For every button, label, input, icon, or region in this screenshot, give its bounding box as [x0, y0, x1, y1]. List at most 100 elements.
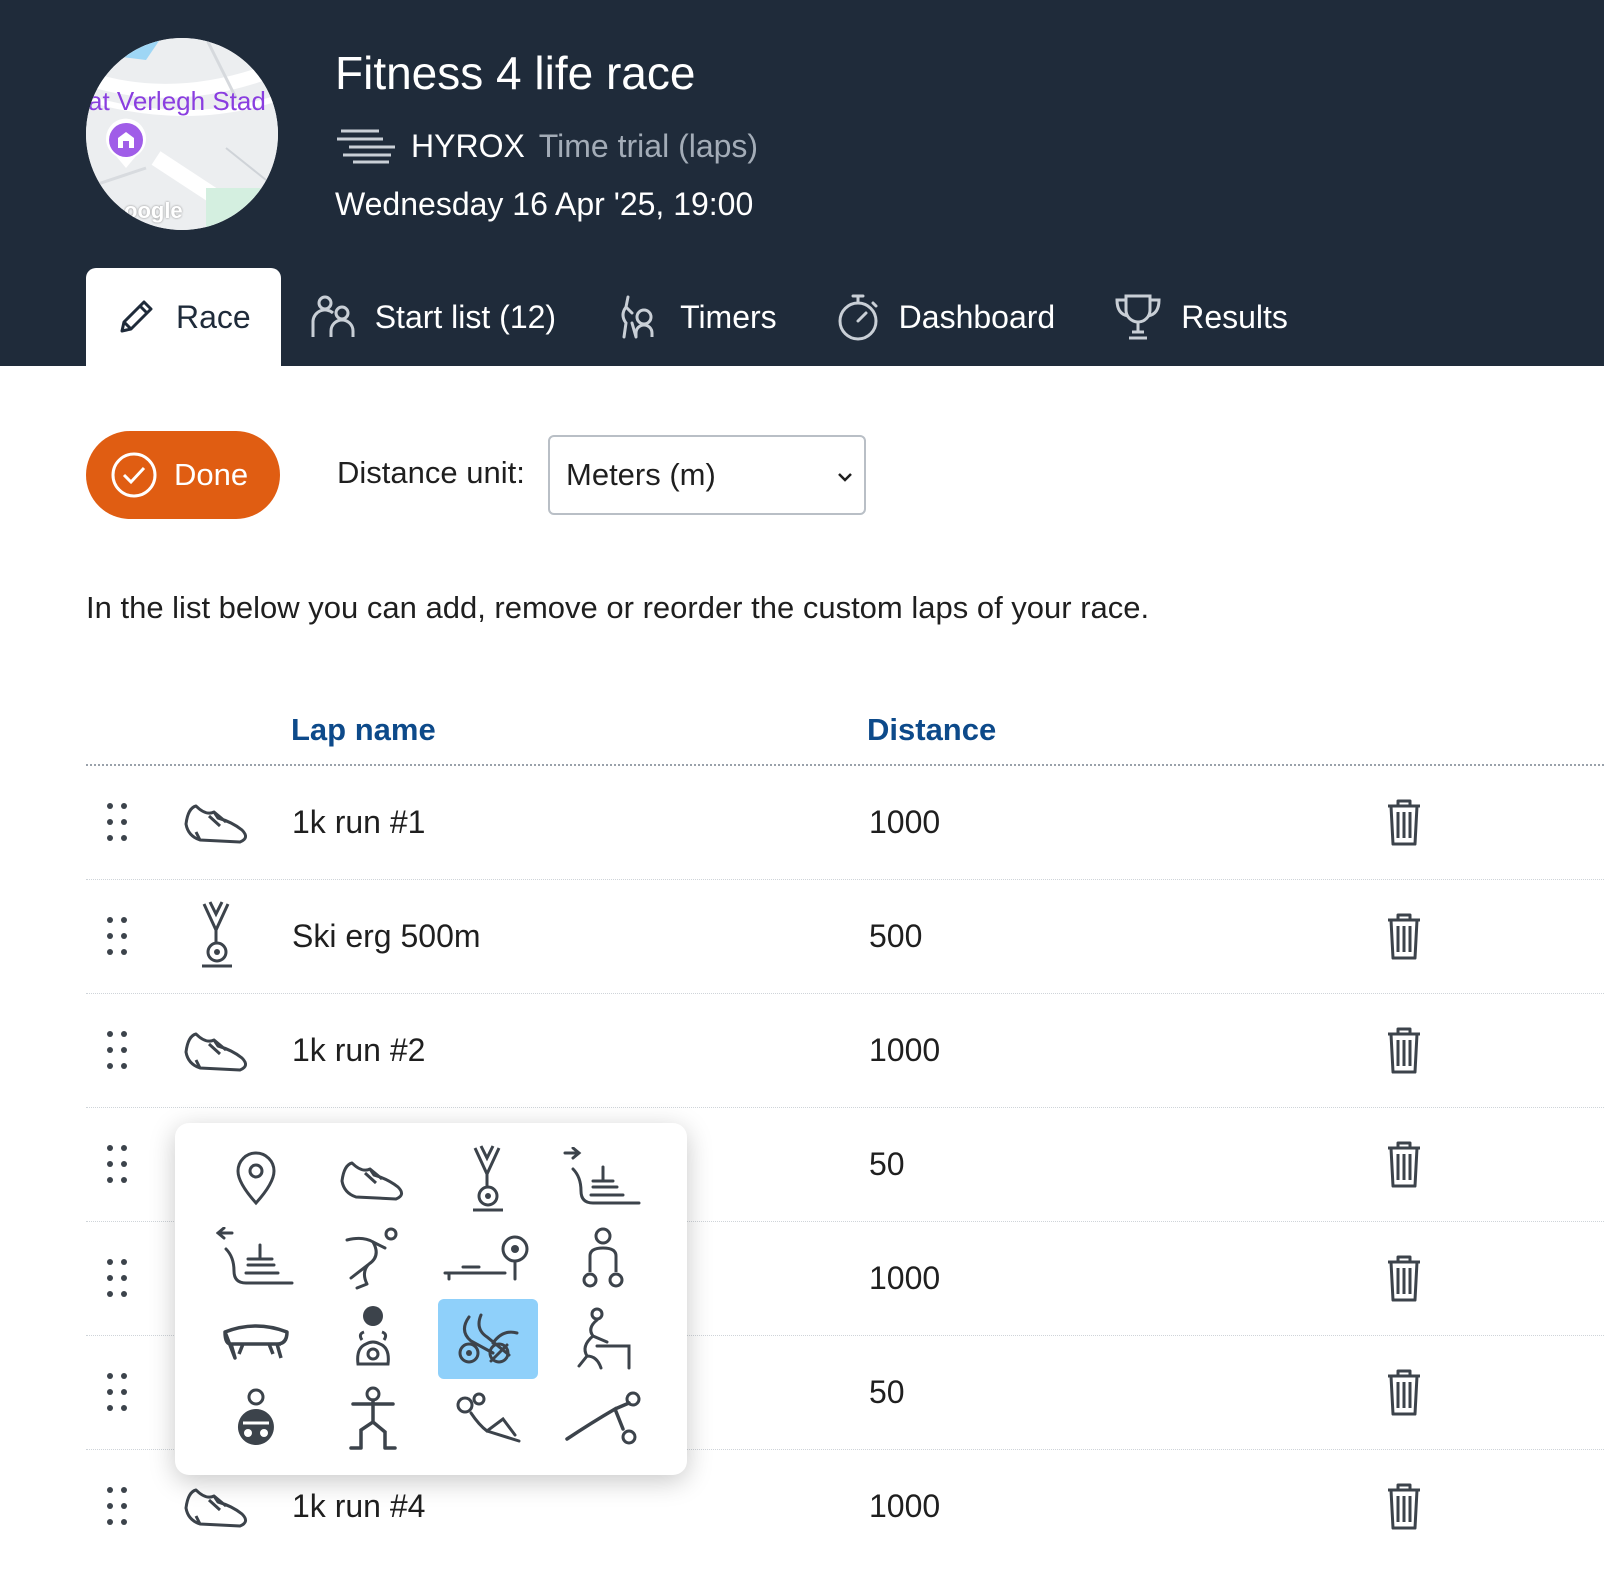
picker-option[interactable] [323, 1139, 423, 1219]
intro-text: In the list below you can add, remove or… [86, 590, 1150, 625]
tab-label: Start list (12) [374, 298, 557, 335]
race-type: Time trial (laps) [538, 127, 759, 164]
picker-option[interactable] [438, 1379, 538, 1459]
map-marker-icon [106, 118, 146, 168]
distance-unit-value: Meters (m) [566, 457, 716, 492]
kettlebell-icon [237, 1388, 274, 1445]
map-place-label: at Verlegh Stad [88, 86, 266, 116]
race-header: at Verlegh Stad oogle Lunets Fitness 4 l… [0, 0, 1604, 366]
ski-erg-icon[interactable] [182, 900, 252, 970]
lunge-icon [349, 1386, 397, 1450]
sled-pull-icon [216, 1227, 294, 1285]
sit-up-icon [456, 1392, 521, 1443]
lap-name[interactable]: Ski erg 500m [292, 918, 481, 955]
trash-icon[interactable] [1384, 912, 1424, 962]
lap-name[interactable]: 1k run #2 [292, 1032, 425, 1069]
ski-erg-icon [473, 1145, 503, 1212]
push-up-icon [565, 1391, 641, 1445]
running-shoe-icon[interactable] [182, 1470, 252, 1540]
drag-handle-icon[interactable] [104, 1484, 130, 1528]
tab-results[interactable]: Results [1085, 268, 1318, 366]
picker-option[interactable] [323, 1379, 423, 1459]
chevron-down-icon [838, 473, 852, 482]
picker-option[interactable] [553, 1219, 653, 1299]
drag-handle-icon[interactable] [104, 800, 130, 844]
race-tabs: Race Start list (12) Timers Dashboard Re… [86, 268, 1318, 366]
done-button[interactable]: Done [86, 431, 280, 519]
sled-push-icon [563, 1147, 641, 1205]
location-map-thumbnail[interactable]: at Verlegh Stad oogle Lunets [86, 38, 278, 230]
picker-option[interactable] [438, 1139, 538, 1219]
people-icon [311, 295, 355, 337]
lap-distance[interactable]: 1000 [869, 1260, 940, 1297]
running-shoe-icon[interactable] [182, 786, 252, 856]
stopwatch-icon [838, 294, 878, 341]
burpee-broad-jump-icon [345, 1227, 398, 1290]
map-attribution: oogle [124, 198, 183, 223]
lap-distance[interactable]: 1000 [869, 1488, 940, 1525]
distance-unit-label: Distance unit: [337, 455, 525, 490]
rowing-icon [443, 1235, 529, 1281]
race-title: Fitness 4 life race [335, 47, 696, 99]
wall-ball-icon [356, 1306, 390, 1366]
lap-name-header: Lap name [291, 712, 436, 747]
tab-dashboard[interactable]: Dashboard [807, 268, 1086, 366]
table-row: Ski erg 500m 500 [86, 880, 1604, 994]
lap-distance[interactable]: 1000 [869, 804, 940, 841]
tab-label: Dashboard [898, 298, 1056, 335]
timer-person-icon [621, 295, 654, 339]
trash-icon[interactable] [1384, 798, 1424, 848]
lap-icon-picker [175, 1123, 687, 1475]
trash-icon[interactable] [1384, 1368, 1424, 1418]
farmers-carry-icon [582, 1227, 624, 1288]
trash-icon[interactable] [1384, 1254, 1424, 1304]
tab-start-list[interactable]: Start list (12) [281, 268, 586, 366]
tab-race[interactable]: Race [86, 268, 281, 366]
tab-label: Timers [680, 298, 777, 335]
picker-option[interactable] [206, 1219, 306, 1299]
picker-option-selected[interactable] [438, 1299, 538, 1379]
lap-distance[interactable]: 1000 [869, 1032, 940, 1069]
tab-timers[interactable]: Timers [586, 268, 807, 366]
drag-handle-icon[interactable] [104, 1028, 130, 1072]
table-row: 1k run #2 1000 [86, 994, 1604, 1108]
picker-option[interactable] [553, 1299, 653, 1379]
picker-option[interactable] [323, 1219, 423, 1299]
table-row: 1k run #1 1000 [86, 766, 1604, 880]
race-date: Wednesday 16 Apr '25, 19:00 [335, 186, 754, 222]
bike-erg-icon [458, 1313, 519, 1364]
pencil-icon [120, 300, 153, 333]
tab-label: Results [1181, 298, 1288, 335]
drag-handle-icon[interactable] [104, 914, 130, 958]
picker-option[interactable] [206, 1379, 306, 1459]
lap-name[interactable]: 1k run #1 [292, 804, 425, 841]
lap-name[interactable]: 1k run #4 [292, 1488, 425, 1525]
distance-unit-select[interactable]: Meters (m) [548, 435, 866, 515]
check-circle-icon [111, 452, 157, 498]
trophy-icon [1115, 294, 1161, 340]
trash-icon[interactable] [1384, 1026, 1424, 1076]
box-step-icon [577, 1307, 631, 1370]
lap-distance[interactable]: 50 [869, 1146, 905, 1183]
picker-option[interactable] [206, 1139, 306, 1219]
running-shoe-icon[interactable] [182, 1014, 252, 1084]
tab-label: Race [176, 298, 251, 335]
trash-icon[interactable] [1384, 1482, 1424, 1532]
distance-header: Distance [867, 712, 997, 747]
picker-option[interactable] [553, 1139, 653, 1219]
picker-option[interactable] [206, 1299, 306, 1379]
trash-icon[interactable] [1384, 1140, 1424, 1190]
picker-option[interactable] [438, 1219, 538, 1299]
hyrox-logo-icon [337, 129, 395, 164]
location-pin-icon [236, 1151, 276, 1206]
running-shoe-icon [340, 1161, 403, 1201]
drag-handle-icon[interactable] [104, 1142, 130, 1186]
drag-handle-icon[interactable] [104, 1256, 130, 1300]
lap-distance[interactable]: 50 [869, 1374, 905, 1411]
sandbag-icon [223, 1324, 289, 1360]
lap-distance[interactable]: 500 [869, 918, 922, 955]
drag-handle-icon[interactable] [104, 1370, 130, 1414]
picker-option[interactable] [553, 1379, 653, 1459]
race-meta: HYROX Time trial (laps) [335, 126, 758, 166]
picker-option[interactable] [323, 1299, 423, 1379]
